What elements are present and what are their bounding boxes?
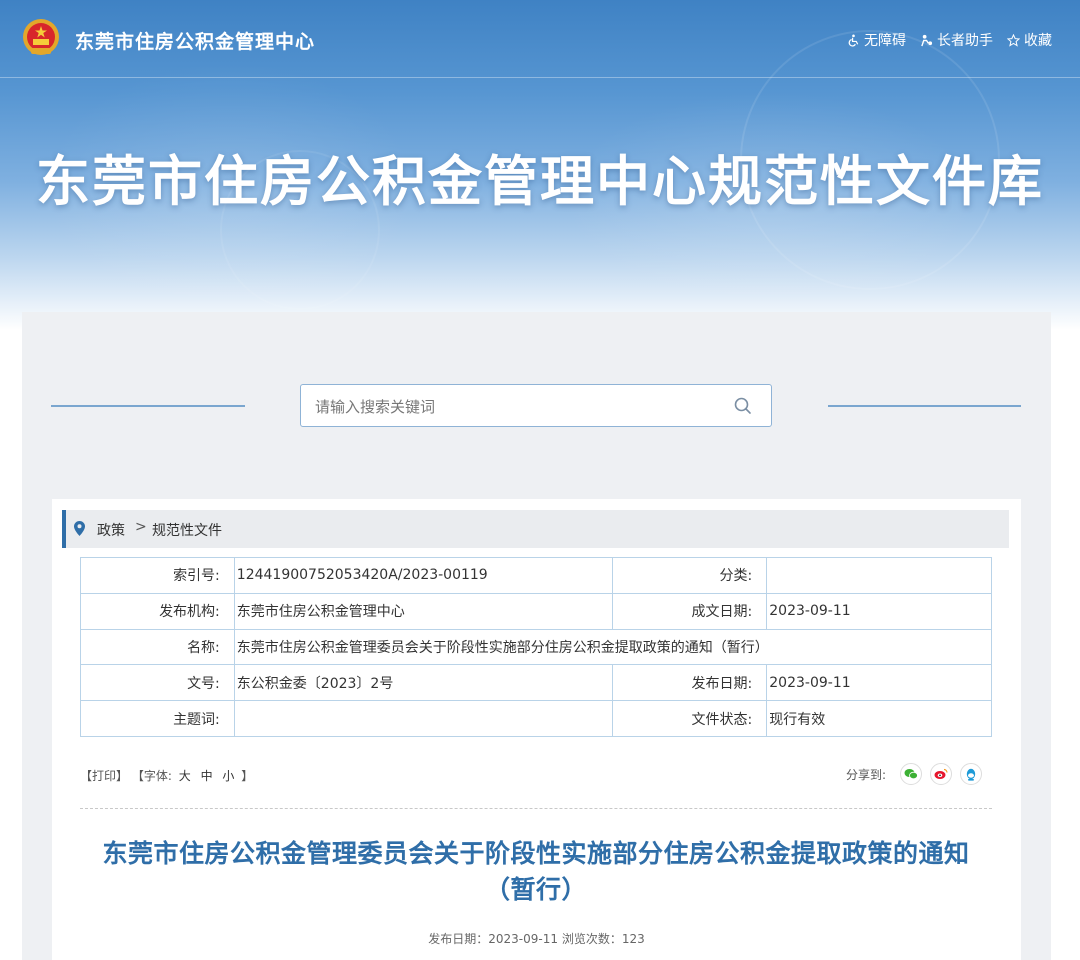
index-value: 12441900752053420A/2023-00119 [233,557,614,594]
document-meta-table: 索引号: 12441900752053420A/2023-00119 分类: 发… [80,557,993,737]
location-pin-icon [74,521,85,536]
article-title: 东莞市住房公积金管理委员会关于阶段性实施部分住房公积金提取政策的通知（暂行） [102,839,970,904]
publish-date-value: 2023-09-11 [766,664,992,702]
index-label: 索引号: [80,557,235,594]
breadcrumb-normative-docs[interactable]: 规范性文件 [152,520,222,540]
content-card: 政策 > 规范性文件 索引号: 12441900752053420A/2023-… [52,499,1021,960]
breadcrumb-policy[interactable]: 政策 [97,520,125,540]
publisher-value: 东莞市住房公积金管理中心 [233,592,614,630]
weibo-icon[interactable] [930,763,953,785]
category-label: 分类: [612,557,768,594]
search-icon[interactable] [733,396,753,416]
share-label: 分享到: [846,767,887,782]
font-large-button[interactable]: 大 [179,769,191,783]
chevron-right-icon: > [135,519,147,535]
name-label: 名称: [80,628,235,666]
category-value [766,557,992,594]
search-divider-right [828,405,1021,407]
section-divider [80,808,992,809]
header-tools: 无障碍 长者助手 收藏 [847,30,1052,50]
written-date-label: 成文日期: [612,592,768,630]
status-value: 现行有效 [766,700,992,737]
written-date-value: 2023-09-11 [766,592,992,630]
article-publish-info: 发布日期：2023-09-11 浏览次数：123 [428,932,645,946]
star-icon [1007,33,1020,47]
qq-icon[interactable] [960,763,983,785]
meta-row: 发布机构: 东莞市住房公积金管理中心 成文日期: 2023-09-11 [80,592,992,630]
favorite-label: 收藏 [1024,33,1052,49]
doc-number-label: 文号: [80,664,235,702]
font-small-button[interactable]: 小 [222,769,234,783]
article-tools: 【打印】 【字体: 大 中 小 】 [80,767,253,784]
elder-mode-button[interactable]: 长者助手 [920,30,993,50]
share-bar: 分享到: [846,763,983,785]
search-input[interactable]: 请输入搜索关键词 [300,384,772,427]
font-size-suffix: 】 [241,769,254,783]
search-divider-left [51,405,245,407]
print-button[interactable]: 【打印】 [80,769,128,783]
font-size-prefix: 【字体: [131,769,172,783]
keywords-label: 主题词: [80,700,235,737]
hero-banner: 东莞市住房公积金管理中心 无障碍 长者助手 收藏 东莞市住房公积金管理中心规范性… [0,0,1080,330]
national-emblem-icon [23,19,59,55]
site-name[interactable]: 东莞市住房公积金管理中心 [75,27,315,54]
accessibility-button[interactable]: 无障碍 [847,30,906,50]
breadcrumb: 政策 > 规范性文件 [62,510,1009,548]
wechat-icon[interactable] [900,763,923,785]
elder-mode-label: 长者助手 [937,33,993,49]
meta-row: 索引号: 12441900752053420A/2023-00119 分类: [80,557,992,594]
status-label: 文件状态: [612,700,768,737]
name-value: 东莞市住房公积金管理委员会关于阶段性实施部分住房公积金提取政策的通知（暂行） [233,628,993,666]
keywords-value [233,700,614,737]
accessibility-label: 无障碍 [864,33,906,49]
top-bar: 东莞市住房公积金管理中心 无障碍 长者助手 收藏 [0,0,1080,78]
meta-row: 文号: 东公积金委〔2023〕2号 发布日期: 2023-09-11 [80,664,992,702]
wheelchair-icon [848,34,859,46]
favorite-button[interactable]: 收藏 [1007,30,1052,50]
publisher-label: 发布机构: [80,592,235,630]
page-title: 东莞市住房公积金管理中心规范性文件库 [36,150,1044,213]
meta-row: 名称: 东莞市住房公积金管理委员会关于阶段性实施部分住房公积金提取政策的通知（暂… [80,628,993,666]
font-medium-button[interactable]: 中 [201,769,213,783]
search-placeholder: 请输入搜索关键词 [315,398,436,416]
publish-date-label: 发布日期: [612,664,768,702]
doc-number-value: 东公积金委〔2023〕2号 [233,664,614,702]
meta-row: 主题词: 文件状态: 现行有效 [80,700,992,737]
elder-icon [921,34,933,46]
